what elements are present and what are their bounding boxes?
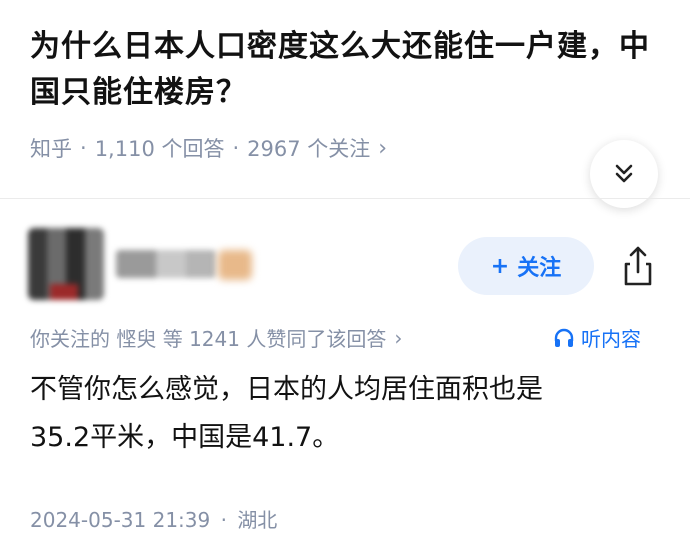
followers-count: 2967 个关注 bbox=[247, 137, 371, 161]
listen-label: 听内容 bbox=[581, 327, 641, 351]
avatar[interactable] bbox=[28, 228, 104, 300]
chevron-right-icon: › bbox=[378, 135, 388, 161]
social-proof[interactable]: 你关注的 悭臾 等 1241 人赞同了该回答 › bbox=[30, 323, 402, 352]
share-button[interactable] bbox=[614, 242, 662, 290]
follow-button[interactable]: + 关注 bbox=[458, 237, 594, 295]
meta-separator: · bbox=[232, 136, 240, 160]
plus-icon: + bbox=[490, 253, 510, 279]
follow-label: 关注 bbox=[517, 256, 562, 281]
question-meta[interactable]: 知乎 · 1,110 个回答 · 2967 个关注 › bbox=[30, 133, 387, 163]
author-name-blurred[interactable] bbox=[116, 250, 216, 278]
question-source: 知乎 bbox=[30, 137, 72, 161]
answer-datetime: 2024-05-31 21:39 bbox=[30, 508, 211, 532]
answer-location: 湖北 bbox=[237, 508, 278, 532]
listen-button[interactable]: 听内容 bbox=[553, 323, 641, 352]
author-badge-blurred bbox=[218, 250, 252, 280]
answers-count: 1,110 个回答 bbox=[94, 137, 225, 161]
answer-line: 不管你怎么感觉，日本的人均居住面积也是 bbox=[30, 374, 543, 405]
social-proof-text: 你关注的 悭臾 等 1241 人赞同了该回答 bbox=[30, 327, 387, 351]
meta-separator: · bbox=[80, 136, 87, 160]
divider bbox=[0, 198, 690, 199]
question-title[interactable]: 为什么日本人口密度这么大还能住一户建，中国只能住楼房？ bbox=[30, 24, 655, 116]
answer-content[interactable]: 不管你怎么感觉，日本的人均居住面积也是 35.2平米，中国是41.7。 bbox=[30, 366, 670, 462]
share-icon bbox=[624, 246, 652, 286]
answer-line: 35.2平米，中国是41.7。 bbox=[30, 422, 340, 453]
chevron-right-icon: › bbox=[394, 325, 403, 350]
meta-separator: · bbox=[220, 508, 227, 532]
answer-meta: 2024-05-31 21:39 · 湖北 bbox=[30, 504, 277, 533]
headphones-icon bbox=[554, 328, 574, 347]
chevron-down-double-icon bbox=[615, 164, 633, 183]
